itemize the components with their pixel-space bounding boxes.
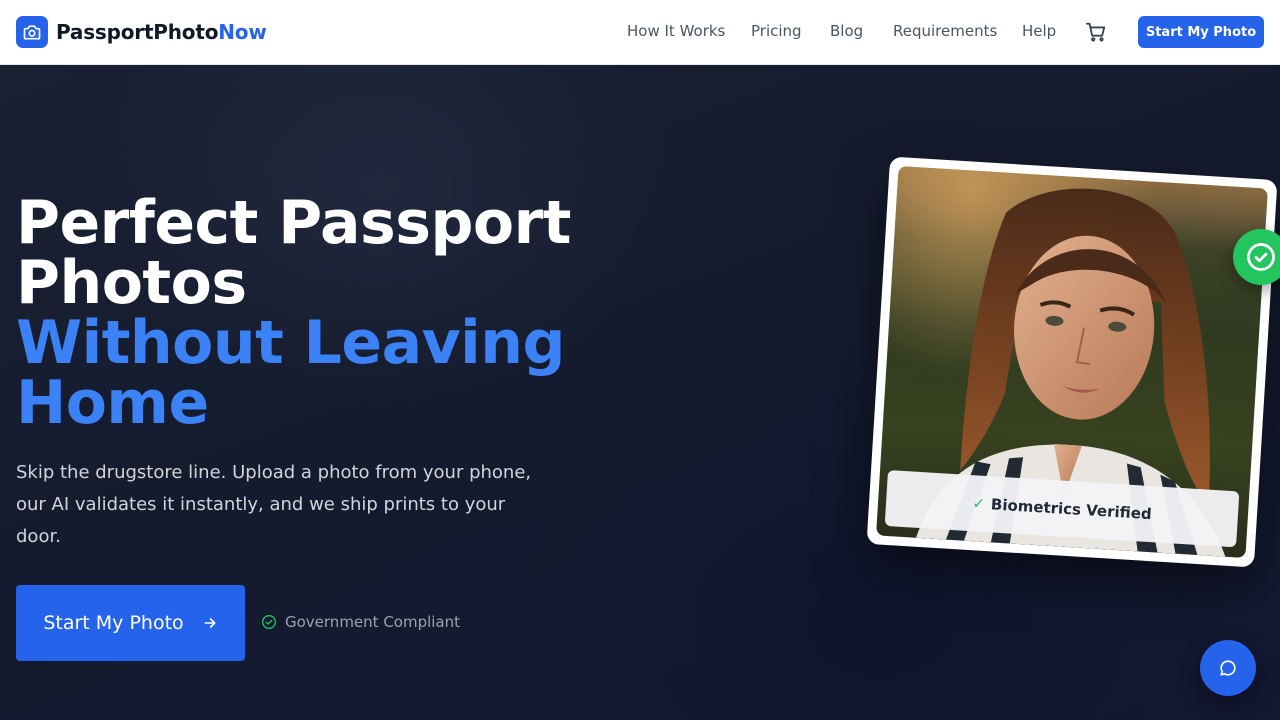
verified-check-icon [1233, 229, 1280, 285]
hero-start-photo-button[interactable]: Start My Photo [16, 585, 245, 661]
photo-frame: ✓ Biometrics Verified [866, 156, 1278, 568]
check-circle-icon [261, 614, 277, 630]
nav-help[interactable]: Help [1022, 22, 1056, 40]
hero-title-line-2: Photos [16, 248, 247, 318]
brand-logo[interactable]: PassportPhotoNow [16, 16, 267, 48]
sample-portrait-photo: ✓ Biometrics Verified [876, 166, 1268, 558]
brand-name: PassportPhotoNow [56, 20, 267, 44]
nav-blog[interactable]: Blog [830, 22, 863, 40]
header-start-photo-button[interactable]: Start My Photo [1138, 16, 1264, 48]
chat-bubble-icon[interactable] [1200, 640, 1256, 696]
checkmark-icon: ✓ [971, 494, 986, 513]
hero-title-line-1: Perfect Passport [16, 188, 571, 258]
site-header: PassportPhotoNow How It Works Pricing Bl… [0, 0, 1280, 65]
hero-title: Perfect Passport Photos Without Leaving … [16, 193, 636, 433]
nav-how-it-works[interactable]: How It Works [627, 22, 725, 40]
sample-photo-card: ✓ Biometrics Verified [866, 156, 1278, 568]
arrow-right-icon [202, 615, 218, 631]
camera-icon [16, 16, 48, 48]
nav-pricing[interactable]: Pricing [751, 22, 802, 40]
nav-requirements[interactable]: Requirements [893, 22, 997, 40]
compliance-text: Government Compliant [285, 613, 461, 631]
hero-title-accent-line-1: Without Leaving [16, 308, 565, 378]
hero-cta-label: Start My Photo [43, 612, 184, 634]
compliance-note: Government Compliant [261, 613, 460, 631]
hero-title-accent-line-2: Home [16, 368, 209, 438]
hero-subtitle: Skip the drugstore line. Upload a photo … [16, 462, 532, 547]
biometrics-verified-text: Biometrics Verified [990, 495, 1153, 524]
cart-icon[interactable] [1085, 21, 1107, 43]
